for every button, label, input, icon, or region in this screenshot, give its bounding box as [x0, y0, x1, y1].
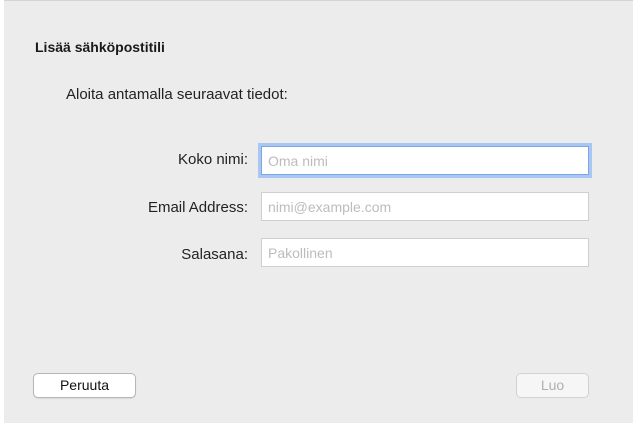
- full-name-input[interactable]: [261, 146, 589, 175]
- create-button[interactable]: Luo: [516, 373, 589, 398]
- dialog-title: Lisää sähköpostitili: [35, 39, 165, 55]
- cancel-button[interactable]: Peruuta: [33, 373, 136, 398]
- password-input[interactable]: [261, 238, 589, 267]
- password-label: Salasana:: [181, 246, 248, 263]
- add-account-dialog: Lisää sähköpostitili Aloita antamalla se…: [4, 0, 633, 423]
- email-address-input[interactable]: [261, 192, 589, 221]
- email-address-label: Email Address:: [147, 199, 248, 216]
- full-name-label: Koko nimi:: [177, 151, 248, 168]
- dialog-subtitle: Aloita antamalla seuraavat tiedot:: [66, 86, 288, 103]
